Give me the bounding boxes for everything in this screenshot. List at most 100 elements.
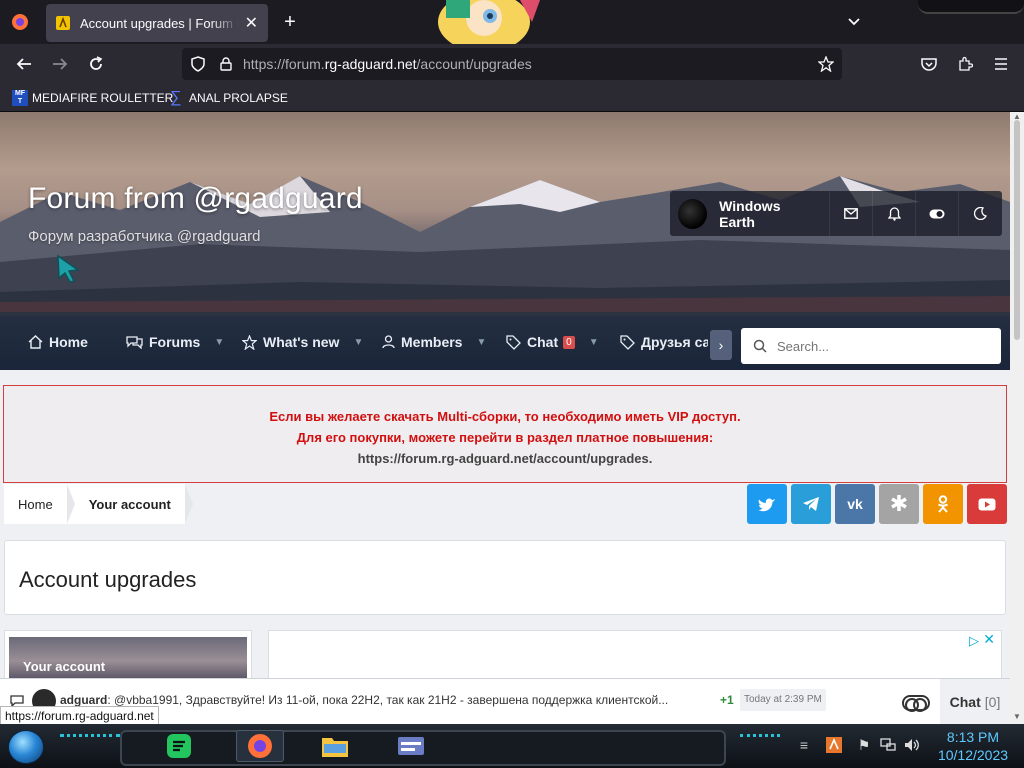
app-window-icon[interactable] [394, 730, 428, 762]
style-toggle-icon[interactable] [916, 191, 960, 236]
nav-chat[interactable]: Chat 0 ▼ [506, 334, 599, 350]
nav-home-label: Home [49, 334, 88, 350]
firefox-taskbar-icon[interactable] [236, 730, 284, 762]
url-domain: rg-adguard.net [324, 56, 417, 72]
taskbar-clock[interactable]: 8:13 PM 10/12/2023 [926, 728, 1020, 764]
page-scrollbar[interactable]: ▲ ▼ [1010, 112, 1024, 724]
clock-date: 10/12/2023 [937, 747, 1009, 763]
theme-frame-decoration [918, 0, 1024, 14]
new-tab-button[interactable]: + [278, 10, 302, 34]
adchoices-icon[interactable]: ▷ [969, 633, 979, 649]
nav-scroll-right-button[interactable]: › [710, 330, 732, 360]
notice-line-1: Если вы желаете скачать Multi-сборки, то… [269, 409, 741, 424]
start-orb-icon[interactable] [8, 730, 44, 764]
chat-timestamp: Today at 2:39 PM [740, 689, 826, 711]
avatar [678, 198, 708, 229]
user-account-bar: Windows Earth [670, 191, 1002, 236]
network-icon[interactable] [878, 734, 898, 756]
nav-members-label: Members [401, 334, 463, 350]
search-input[interactable] [777, 338, 977, 354]
volume-speaker-icon[interactable] [902, 734, 922, 756]
sidebar-heading: Your account [23, 659, 106, 674]
nav-forums-label: Forums [149, 334, 201, 350]
chat-label: Chat [949, 694, 981, 710]
notice-link[interactable]: https://forum.rg-adguard.net/account/upg… [4, 448, 1006, 469]
forum-header-banner: Forum from @rgadguard Форум разработчика… [0, 112, 1010, 370]
clock-time: 8:13 PM [946, 729, 1000, 745]
tracking-protection-shield-icon[interactable] [188, 54, 208, 74]
breadcrumb-home[interactable]: Home [4, 484, 75, 524]
scrollbar-thumb[interactable] [1014, 120, 1020, 340]
ad-close-icon[interactable]: ✕ [983, 631, 995, 648]
firefox-menu-icon[interactable] [10, 12, 30, 32]
forward-arrow-icon[interactable] [48, 52, 72, 76]
hamburger-menu-icon[interactable] [990, 52, 1012, 76]
search-box[interactable] [741, 328, 1001, 364]
livejournal-share-icon[interactable]: ✱ [879, 484, 919, 524]
bookmark-label: ANAL PROLAPSE [189, 91, 288, 105]
pocket-icon[interactable] [918, 52, 940, 76]
chat-count: [0] [984, 694, 1001, 710]
youtube-share-icon[interactable] [967, 484, 1007, 524]
chevron-right-icon: › [718, 337, 724, 353]
extensions-puzzle-icon[interactable] [954, 52, 976, 76]
sigma-icon: ∑ [170, 89, 182, 106]
tab-strip: Account upgrades | Forum from @rgadguard… [0, 0, 1024, 52]
chat-count-badge: 0 [563, 335, 575, 349]
web-page: Forum from @rgadguard Форум разработчика… [0, 112, 1010, 724]
chat-author[interactable]: adguard [60, 693, 107, 707]
chat-open-button[interactable]: Chat [0] [940, 679, 1010, 724]
forum-favicon-icon [56, 16, 70, 30]
tray-app-icon[interactable] [824, 734, 844, 756]
browser-tab-active[interactable]: Account upgrades | Forum from @rgadguard… [46, 4, 268, 42]
vk-share-icon[interactable]: vk [835, 484, 875, 524]
chat-toggle-icon[interactable] [902, 695, 930, 712]
close-tab-icon[interactable]: ✕ [245, 13, 258, 33]
nav-members[interactable]: Members ▼ [382, 334, 486, 350]
dark-mode-moon-icon[interactable] [959, 191, 1002, 236]
nav-friends[interactable]: Друзья сай [620, 334, 708, 350]
nav-whats-new[interactable]: What's new ▼ [242, 334, 363, 350]
nav-whats-new-label: What's new [263, 334, 340, 350]
taskbar-decoration [60, 734, 120, 742]
address-bar[interactable]: https://forum.rg-adguard.net/account/upg… [182, 48, 842, 80]
forum-title[interactable]: Forum from @rgadguard [28, 182, 363, 216]
chevron-down-icon[interactable]: ▼ [353, 337, 363, 348]
bookmark-star-icon[interactable] [816, 54, 836, 74]
taskbar: ≡ ⚑ [0, 724, 1024, 768]
username: Windows Earth [719, 197, 781, 230]
chevron-down-icon[interactable]: ▼ [589, 337, 599, 348]
chevron-down-icon[interactable]: ▼ [214, 337, 224, 348]
search-icon [753, 339, 767, 353]
odnoklassniki-share-icon[interactable] [923, 484, 963, 524]
account-menu[interactable]: Windows Earth [670, 191, 831, 236]
back-arrow-icon[interactable] [12, 52, 36, 76]
url-prefix: https://forum. [243, 56, 325, 72]
nav-chat-label: Chat [527, 334, 559, 350]
nav-home[interactable]: Home [28, 334, 88, 350]
reload-icon[interactable] [84, 52, 108, 76]
alerts-bell-icon[interactable] [873, 191, 917, 236]
telegram-share-icon[interactable] [791, 484, 831, 524]
bookmark-mediafire-rouletter[interactable]: MF T MEDIAFIRE ROULETTER [12, 88, 173, 108]
chat-more-count[interactable]: +1 [720, 693, 734, 707]
scroll-down-arrow-icon[interactable]: ▼ [1013, 712, 1021, 721]
inbox-envelope-icon[interactable] [830, 191, 874, 236]
flag-icon[interactable]: ⚑ [854, 734, 874, 756]
twitter-share-icon[interactable] [747, 484, 787, 524]
page-title-block: Account upgrades [4, 540, 1006, 615]
spotify-green-app-icon[interactable] [162, 730, 196, 762]
bookmark-anal-prolapse[interactable]: ∑ ANAL PROLAPSE [170, 88, 288, 108]
nav-forums[interactable]: Forums ▼ [126, 334, 224, 350]
breadcrumb: Home Your account [4, 484, 193, 524]
padlock-icon[interactable] [216, 54, 236, 74]
mediafire-icon: MF T [12, 90, 28, 106]
breadcrumb-your-account[interactable]: Your account [67, 484, 193, 524]
list-tabs-chevron-icon[interactable] [842, 10, 866, 34]
chat-latest-message[interactable]: adguard: @vbba1991, Здравствуйте! Из 11-… [60, 693, 716, 707]
chevron-down-icon[interactable]: ▼ [476, 337, 486, 348]
forum-navigation: Home Forums ▼ What's new ▼ Members ▼ Cha… [0, 316, 1010, 370]
url-text[interactable]: https://forum.rg-adguard.net/account/upg… [243, 56, 532, 72]
tray-stack-icon[interactable]: ≡ [794, 734, 814, 756]
file-explorer-icon[interactable] [318, 730, 352, 762]
